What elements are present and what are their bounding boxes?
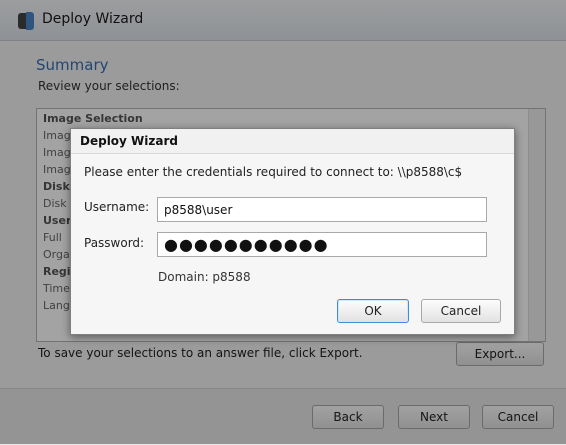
dialog-cancel-button[interactable]: Cancel (421, 299, 501, 323)
username-field[interactable]: p8588\user (157, 197, 487, 222)
dialog-title-bar: Deploy Wizard (71, 129, 514, 154)
ok-button[interactable]: OK (337, 299, 409, 323)
credentials-dialog: Deploy Wizard Please enter the credentia… (70, 128, 515, 335)
dialog-title: Deploy Wizard (80, 134, 178, 148)
domain-text: Domain: p8588 (158, 270, 251, 284)
password-label: Password: (84, 236, 145, 250)
username-label: Username: (84, 200, 150, 214)
credentials-prompt: Please enter the credentials required to… (84, 165, 463, 179)
password-field[interactable]: ●●●●●●●●●●● (157, 232, 487, 257)
